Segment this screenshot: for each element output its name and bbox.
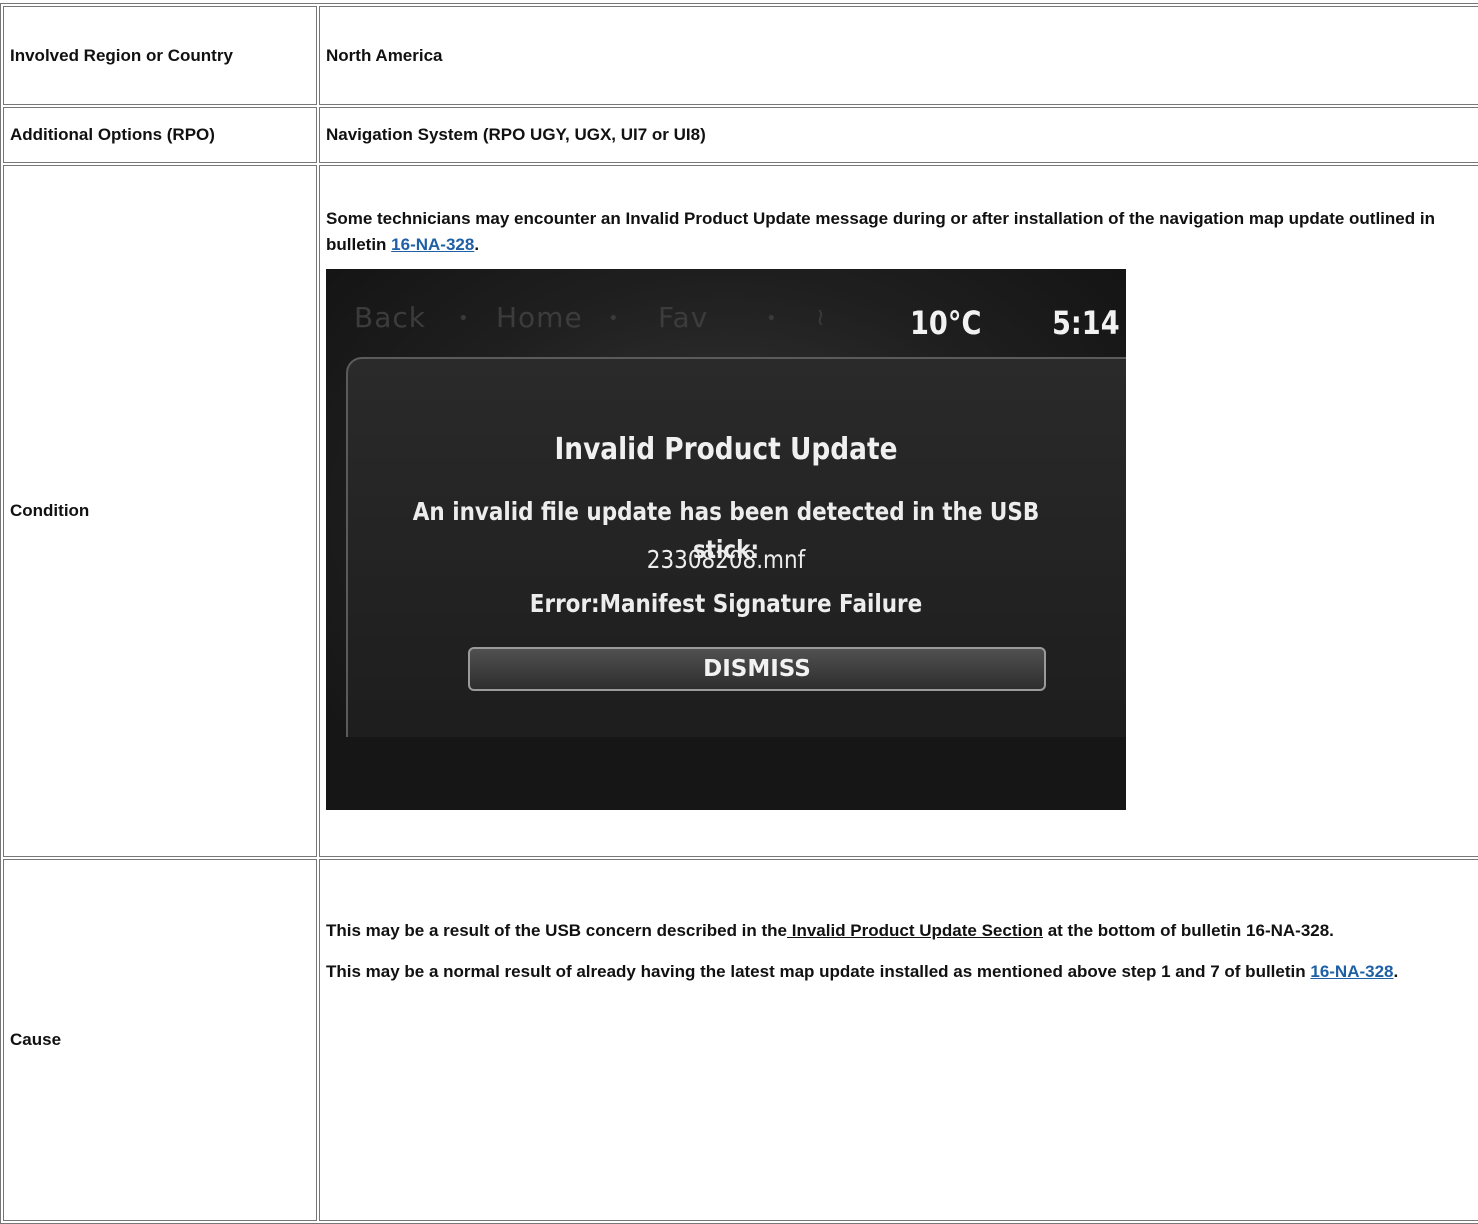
cause-text-1-after: at the bottom of bulletin 16-NA-328.	[1043, 921, 1334, 940]
condition-text-before: Some technicians may encounter an Invali…	[326, 209, 1435, 254]
nav-separator: •	[458, 308, 469, 329]
options-label: Additional Options (RPO)	[3, 107, 317, 163]
table-row-region: Involved Region or Country North America	[3, 6, 1478, 105]
cause-text-2-after: .	[1393, 961, 1399, 981]
condition-label: Condition	[3, 165, 317, 857]
bulletin-link[interactable]: 16-NA-328	[391, 235, 474, 254]
table-row-cause: Cause This may be a result of the USB co…	[3, 859, 1478, 1221]
nav-back-label: Back	[354, 301, 426, 334]
nav-time: 5:14	[1052, 304, 1120, 342]
nav-home-label: Home	[496, 301, 583, 334]
cause-label: Cause	[3, 859, 317, 1221]
nav-top-bar: Back • Home • Fav • ≀ 10°C 5:14	[326, 269, 1126, 349]
nav-screen-photo: Back • Home • Fav • ≀ 10°C 5:14 Invalid …	[326, 269, 1126, 810]
nav-separator: •	[608, 308, 619, 329]
cause-text-2-before: This may be a normal result of already h…	[326, 961, 1311, 981]
region-label: Involved Region or Country	[3, 6, 317, 105]
cause-paragraph-2: This may be a normal result of already h…	[326, 959, 1478, 985]
bulletin-link[interactable]: 16-NA-328	[1310, 962, 1393, 981]
nav-bottom-bezel	[326, 737, 1126, 810]
nav-fav-label: Fav	[658, 301, 709, 334]
nav-separator: •	[766, 308, 777, 329]
cause-text-1-before: This may be a result of the USB concern …	[326, 921, 788, 940]
nav-temperature: 10°C	[910, 304, 982, 342]
table-row-condition: Condition Some technicians may encounter…	[3, 165, 1478, 857]
cause-value: This may be a result of the USB concern …	[319, 859, 1478, 1221]
nav-signal-icon: ≀	[816, 303, 825, 331]
nav-dismiss-button: DISMISS	[468, 647, 1046, 691]
nav-popup-error: Error:Manifest Signature Failure	[529, 589, 923, 618]
region-value: North America	[319, 6, 1478, 105]
nav-popup-title: Invalid Product Update	[554, 432, 898, 467]
options-value: Navigation System (RPO UGY, UGX, UI7 or …	[319, 107, 1478, 163]
bulletin-table: Involved Region or Country North America…	[0, 3, 1478, 1224]
table-row-options: Additional Options (RPO) Navigation Syst…	[3, 107, 1478, 163]
section-link[interactable]: Invalid Product Update Section	[787, 921, 1043, 940]
condition-value: Some technicians may encounter an Invali…	[319, 165, 1478, 857]
cause-paragraph-1: This may be a result of the USB concern …	[326, 918, 1478, 944]
nav-popup-file: 23308208.mnf	[646, 545, 806, 574]
condition-text-after: .	[474, 234, 480, 254]
condition-text: Some technicians may encounter an Invali…	[326, 206, 1478, 257]
